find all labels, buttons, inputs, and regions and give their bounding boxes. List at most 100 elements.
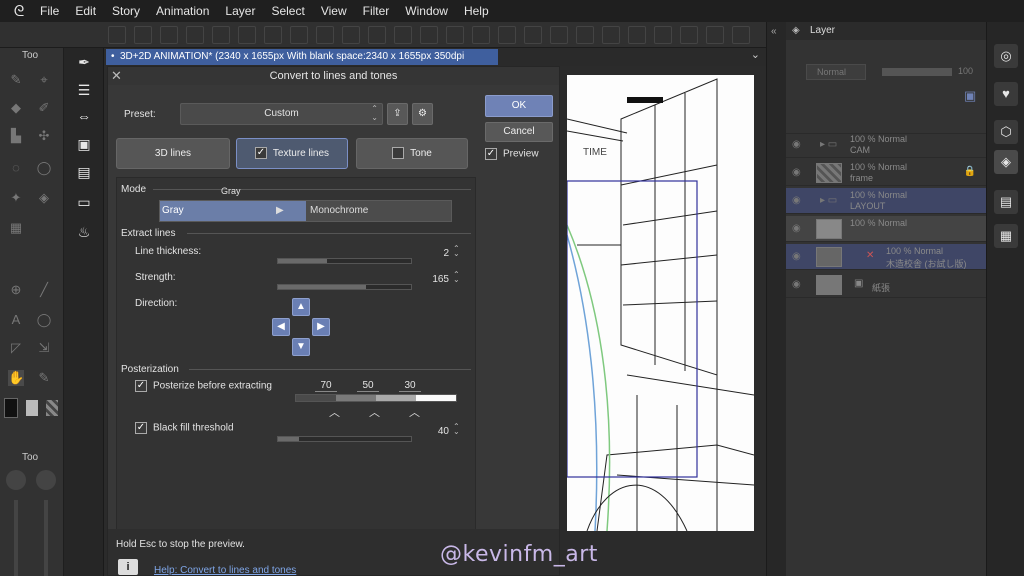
command-button[interactable] [290, 26, 308, 44]
level-value-1[interactable]: 70 [315, 380, 337, 392]
menu-select[interactable]: Select [263, 0, 312, 22]
eye-icon[interactable]: ◉ [792, 279, 801, 290]
tab-texture-lines[interactable]: ✓ Texture lines [236, 138, 348, 169]
3d-object-icon[interactable]: ⬡ [994, 120, 1018, 144]
level-value-2[interactable]: 50 [357, 380, 379, 392]
menu-story[interactable]: Story [104, 0, 148, 22]
command-button[interactable] [368, 26, 386, 44]
blend-mode-select[interactable]: Normal [806, 64, 866, 80]
eye-icon[interactable]: ◉ [792, 167, 801, 178]
menu-help[interactable]: Help [456, 0, 497, 22]
preset-select[interactable]: Custom ⌃ ⌄ [180, 103, 383, 125]
layer-panel-icon[interactable]: ◈ [994, 150, 1018, 174]
strength-value[interactable]: 165 [417, 274, 449, 285]
black-fill-checkbox[interactable]: ✓ [135, 422, 147, 434]
level-handle-icon[interactable]: ︿ [409, 404, 420, 420]
adjust-icon[interactable]: ☰ [74, 80, 94, 100]
help-link[interactable]: Help: Convert to lines and tones [154, 565, 296, 576]
clip-studio-logo-icon[interactable]: ᘓ [6, 0, 32, 22]
material-icon[interactable]: ♥ [994, 82, 1018, 106]
command-button[interactable] [706, 26, 724, 44]
command-button[interactable] [394, 26, 412, 44]
arrow-down-icon[interactable]: ▼ [292, 338, 310, 356]
level-value-3[interactable]: 30 [399, 380, 421, 392]
line-thickness-slider[interactable] [277, 258, 412, 264]
menu-animation[interactable]: Animation [148, 0, 217, 22]
command-button[interactable] [342, 26, 360, 44]
eye-icon[interactable]: ◉ [792, 139, 801, 150]
spinner-icon[interactable]: ⌃ ⌄ [453, 423, 461, 436]
tone-checkbox[interactable] [392, 147, 405, 160]
texture-lines-checkbox[interactable]: ✓ [254, 147, 267, 160]
drops-icon[interactable]: ♨ [74, 222, 94, 242]
eraser-icon[interactable]: ◆ [8, 100, 24, 116]
layer-row[interactable]: ◉ ▣ 紙張 [786, 272, 986, 298]
mode-gray-option[interactable]: Gray ▶ [160, 201, 306, 221]
fill-icon[interactable]: ▙ [8, 128, 24, 144]
text-icon[interactable]: A [8, 312, 24, 328]
command-button[interactable] [602, 26, 620, 44]
lasso-icon[interactable]: ◌ [8, 160, 24, 176]
command-button[interactable] [732, 26, 750, 44]
posterize-checkbox[interactable]: ✓ [135, 380, 147, 392]
frame-icon[interactable]: ◸ [8, 340, 24, 356]
transparent-color-swatch[interactable] [46, 400, 58, 416]
command-button[interactable] [160, 26, 178, 44]
eye-icon[interactable]: ◉ [792, 195, 801, 206]
chevron-down-icon[interactable]: ⌄ [751, 48, 760, 61]
black-fill-slider[interactable] [277, 436, 412, 442]
menu-layer[interactable]: Layer [217, 0, 263, 22]
sub-color-swatch[interactable] [26, 400, 38, 416]
tab-tone[interactable]: Tone [356, 138, 468, 169]
line-thickness-value[interactable]: 2 [417, 248, 449, 259]
strength-slider[interactable] [277, 284, 412, 290]
hand-icon[interactable]: ✋ [8, 370, 24, 386]
opacity-value[interactable]: 100 [958, 66, 973, 76]
command-button[interactable] [498, 26, 516, 44]
command-button[interactable] [108, 26, 126, 44]
layer-row[interactable]: ◉ ▸ ▭ 100 % Normal CAM [786, 132, 986, 158]
navigator-icon[interactable]: ◎ [994, 44, 1018, 68]
bucket-icon[interactable]: ◈ [36, 190, 52, 206]
selection-icon[interactable]: ◯ [36, 160, 52, 176]
command-button[interactable] [628, 26, 646, 44]
menu-filter[interactable]: Filter [355, 0, 398, 22]
gradient-icon[interactable]: ▦ [8, 220, 24, 236]
move-icon[interactable]: ✣ [36, 128, 52, 144]
menu-window[interactable]: Window [397, 0, 456, 22]
line-icon[interactable]: ╱ [36, 282, 52, 298]
cancel-button[interactable]: Cancel [485, 122, 553, 142]
command-button[interactable] [524, 26, 542, 44]
save-preset-icon[interactable]: ⇪ [387, 103, 408, 125]
zoom-icon[interactable]: ⊕ [8, 282, 24, 298]
command-button[interactable] [134, 26, 152, 44]
command-button[interactable] [186, 26, 204, 44]
command-button[interactable] [212, 26, 230, 44]
transform-icon[interactable]: ⇔ [74, 106, 94, 126]
spinner-icon[interactable]: ⌃ ⌄ [371, 104, 378, 122]
correct-line-icon[interactable]: ✎ [36, 370, 52, 386]
layer-property-icon[interactable]: ▤ [994, 190, 1018, 214]
tool-tab-label[interactable]: Too [22, 48, 38, 64]
wrench-icon[interactable]: ⚙ [412, 103, 433, 125]
balloon-icon[interactable]: ◯ [36, 312, 52, 328]
tab-3d-lines[interactable]: 3D lines [116, 138, 230, 169]
command-button[interactable] [472, 26, 490, 44]
command-button[interactable] [576, 26, 594, 44]
menu-file[interactable]: File [32, 0, 67, 22]
level-handle-icon[interactable]: ︿ [329, 404, 340, 420]
command-button[interactable] [654, 26, 672, 44]
command-button[interactable] [264, 26, 282, 44]
brush-size-dot[interactable] [6, 470, 26, 490]
eye-icon[interactable]: ◉ [792, 251, 801, 262]
arrow-right-icon[interactable]: ▶ [312, 318, 330, 336]
timeline-icon[interactable]: ▦ [994, 224, 1018, 248]
layer-tab-label[interactable]: Layer [810, 25, 835, 36]
eye-icon[interactable]: ◉ [792, 223, 801, 234]
layer-row[interactable]: ◉ 100 % Normal frame 🔒 [786, 160, 986, 186]
menu-view[interactable]: View [313, 0, 355, 22]
layer-row[interactable]: ◉ ▸ ▭ 100 % Normal LAYOUT [786, 188, 986, 214]
command-button[interactable] [238, 26, 256, 44]
document-tab[interactable]: 3D+2D ANIMATION* (2340 x 1655px With bla… [106, 49, 498, 78]
pen-icon[interactable]: ✎ [8, 72, 24, 88]
